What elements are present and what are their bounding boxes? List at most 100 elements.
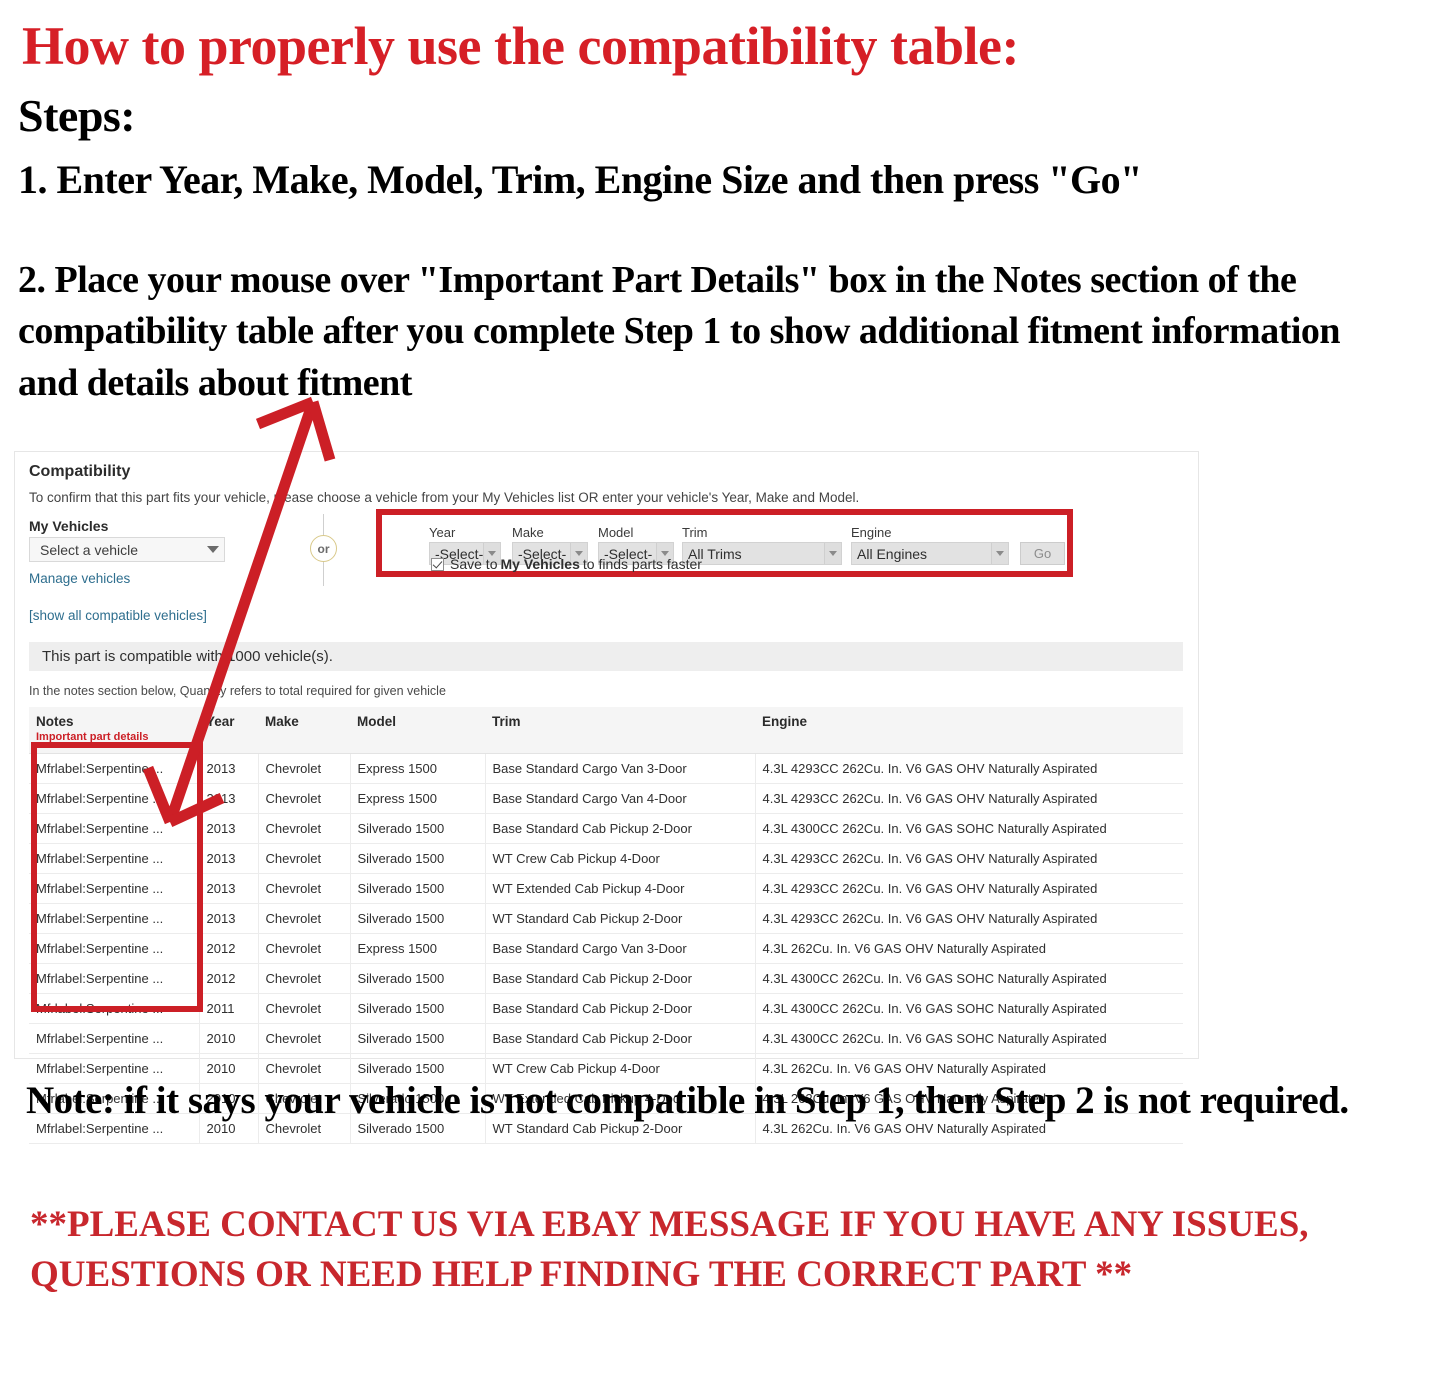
column-header-engine[interactable]: Engine [755,707,1183,754]
page-title: How to properly use the compatibility ta… [22,16,1019,76]
cell-model: Silverado 1500 [350,873,486,904]
show-all-compatible-vehicles-link[interactable]: [show all compatible vehicles] [29,608,207,623]
cell-year: 2012 [199,933,259,964]
column-header-model[interactable]: Model [350,707,485,754]
cell-year: 2013 [199,903,259,934]
cell-year: 2013 [199,753,259,784]
make-label: Make [512,525,544,540]
cell-year: 2013 [199,783,259,814]
cell-notes[interactable]: Mfrlabel:Serpentine ... [29,753,200,784]
chevron-down-icon [991,543,1008,564]
cell-year: 2012 [199,963,259,994]
compatibility-description: To confirm that this part fits your vehi… [29,490,860,505]
fitment-table-header: Notes Important part details Year Make M… [29,707,1183,754]
vehicle-select-dropdown[interactable]: Select a vehicle [29,537,225,562]
cell-notes[interactable]: Mfrlabel:Serpentine ... [29,843,200,874]
cell-engine: 4.3L 4293CC 262Cu. In. V6 GAS OHV Natura… [755,783,1183,814]
cell-engine: 4.3L 4293CC 262Cu. In. V6 GAS OHV Natura… [755,903,1183,934]
trim-dropdown[interactable]: All Trims [682,542,842,565]
cell-notes[interactable]: Mfrlabel:Serpentine ... [29,873,200,904]
column-header-notes-label: Notes [36,714,74,729]
cell-engine: 4.3L 4300CC 262Cu. In. V6 GAS SOHC Natur… [755,813,1183,844]
cell-make: Chevrolet [258,963,351,994]
vehicle-selector-form-callout: Year -Select- Make -Select- Model -Selec… [376,509,1073,577]
note-text: Note: if it says your vehicle is not com… [26,1079,1349,1122]
save-vehicle-checkbox[interactable] [431,557,444,571]
column-header-trim[interactable]: Trim [485,707,755,754]
table-header-row: Notes Important part details Year Make M… [29,707,1183,754]
or-label: or [310,535,337,562]
manage-vehicles-link[interactable]: Manage vehicles [29,571,130,586]
year-label: Year [429,525,456,540]
cell-notes[interactable]: Mfrlabel:Serpentine ... [29,993,200,1024]
compatibility-status-bar: This part is compatible with 1000 vehicl… [29,642,1183,671]
cell-year: 2013 [199,843,259,874]
column-header-notes[interactable]: Notes Important part details [29,707,199,754]
cell-trim: Base Standard Cab Pickup 2-Door [485,813,756,844]
cell-make: Chevrolet [258,813,351,844]
cell-year: 2010 [199,1023,259,1054]
column-header-year[interactable]: Year [199,707,258,754]
cell-make: Chevrolet [258,933,351,964]
cell-trim: Base Standard Cab Pickup 2-Door [485,963,756,994]
cell-notes[interactable]: Mfrlabel:Serpentine ... [29,1023,200,1054]
quantity-note-text: In the notes section below, Quantity ref… [29,684,446,698]
cell-notes[interactable]: Mfrlabel:Serpentine ... [29,933,200,964]
cell-model: Express 1500 [350,783,486,814]
step-2-text: 2. Place your mouse over "Important Part… [18,259,1341,404]
cell-year: 2013 [199,813,259,844]
engine-label: Engine [851,525,892,540]
contact-text: **PLEASE CONTACT US VIA EBAY MESSAGE IF … [30,1204,1309,1295]
cell-model: Silverado 1500 [350,813,486,844]
cell-engine: 4.3L 4300CC 262Cu. In. V6 GAS SOHC Natur… [755,1023,1183,1054]
my-vehicles-label: My Vehicles [29,518,109,534]
cell-trim: WT Standard Cab Pickup 2-Door [485,903,756,934]
cell-model: Silverado 1500 [350,1023,486,1054]
cell-make: Chevrolet [258,753,351,784]
cell-notes[interactable]: Mfrlabel:Serpentine ... [29,783,200,814]
cell-make: Chevrolet [258,903,351,934]
cell-engine: 4.3L 4293CC 262Cu. In. V6 GAS OHV Natura… [755,753,1183,784]
steps-label: Steps: [18,90,136,141]
cell-trim: WT Extended Cab Pickup 4-Door [485,873,756,904]
save-to-my-vehicles-row[interactable]: Save to My Vehicles to finds parts faste… [431,556,702,572]
table-row[interactable]: Mfrlabel:Serpentine ... 2013 Chevrolet Silv… [29,843,1183,874]
save-prefix-text: Save to [450,556,498,572]
cell-trim: Base Standard Cab Pickup 2-Door [485,1023,756,1054]
cell-engine: 4.3L 262Cu. In. V6 GAS OHV Naturally Asp… [755,933,1183,964]
cell-notes[interactable]: Mfrlabel:Serpentine ... [29,813,200,844]
table-row[interactable]: Mfrlabel:Serpentine ... 2013 Chevrolet Silv… [29,873,1183,904]
save-suffix-text: to finds parts faster [582,556,702,572]
trim-value: All Trims [688,545,742,562]
table-row[interactable]: Mfrlabel:Serpentine ... 2010 Chevrolet Silv… [29,1023,1183,1054]
trim-field: Trim All Trims [682,525,842,565]
table-row[interactable]: Mfrlabel:Serpentine ... 2013 Chevrolet Silv… [29,903,1183,934]
cell-engine: 4.3L 4293CC 262Cu. In. V6 GAS OHV Natura… [755,843,1183,874]
step-1-text: 1. Enter Year, Make, Model, Trim, Engine… [18,157,1142,202]
trim-label: Trim [682,525,708,540]
cell-year: 2013 [199,873,259,904]
cell-engine: 4.3L 4300CC 262Cu. In. V6 GAS SOHC Natur… [755,963,1183,994]
cell-trim: Base Standard Cab Pickup 2-Door [485,993,756,1024]
cell-model: Express 1500 [350,753,486,784]
go-button[interactable]: Go [1020,542,1065,565]
cell-notes[interactable]: Mfrlabel:Serpentine ... [29,963,200,994]
chevron-down-icon [824,543,841,564]
table-row[interactable]: Mfrlabel:Serpentine ... 2013 Chevrolet Expr… [29,753,1183,784]
cell-model: Silverado 1500 [350,903,486,934]
model-label: Model [598,525,634,540]
column-header-make[interactable]: Make [258,707,350,754]
compatibility-heading: Compatibility [29,463,131,480]
table-row[interactable]: Mfrlabel:Serpentine ... 2012 Chevrolet Silv… [29,963,1183,994]
compatibility-status-text: This part is compatible with 1000 vehicl… [42,648,333,665]
cell-model: Silverado 1500 [350,843,486,874]
table-row[interactable]: Mfrlabel:Serpentine ... 2013 Chevrolet Silv… [29,813,1183,844]
engine-value: All Engines [857,545,928,562]
cell-notes[interactable]: Mfrlabel:Serpentine ... [29,903,200,934]
table-row[interactable]: Mfrlabel:Serpentine ... 2013 Chevrolet Expr… [29,783,1183,814]
table-row[interactable]: Mfrlabel:Serpentine ... 2011 Chevrolet Silv… [29,993,1183,1024]
cell-trim: Base Standard Cargo Van 3-Door [485,753,756,784]
cell-make: Chevrolet [258,993,351,1024]
engine-dropdown[interactable]: All Engines [851,542,1009,565]
table-row[interactable]: Mfrlabel:Serpentine ... 2012 Chevrolet Expr… [29,933,1183,964]
